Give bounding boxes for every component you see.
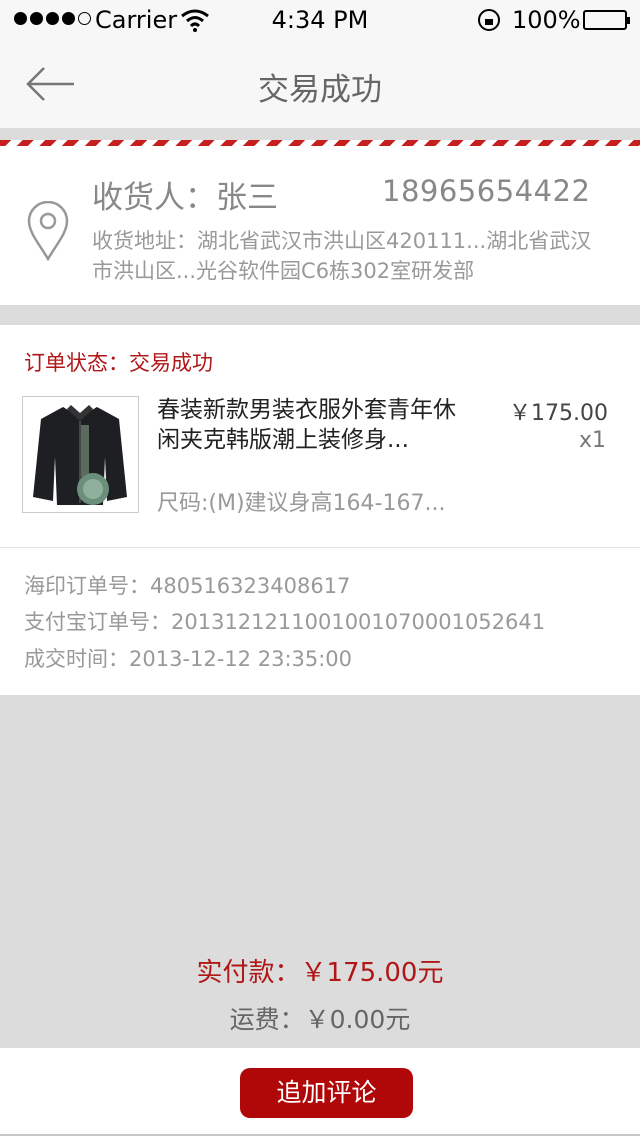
receiver-name: 收货人：张三 xyxy=(92,180,278,216)
amount-paid: 实付款：￥175.00元 xyxy=(196,958,444,988)
status-bar: Carrier 4:34 PM 100% xyxy=(0,0,640,40)
divider xyxy=(0,547,640,548)
rotation-lock-icon xyxy=(478,9,500,31)
alipay-order-number: 支付宝订单号：2013121211001001070001052641 xyxy=(24,610,546,634)
add-review-button[interactable]: 追加评论 xyxy=(240,1068,413,1118)
jacket-image xyxy=(33,405,127,505)
haiyin-order-number: 海印订单号：480516323408617 xyxy=(24,574,351,598)
order-status: 订单状态：交易成功 xyxy=(24,351,213,375)
footer-bar: 追加评论 xyxy=(0,1048,640,1136)
transaction-time: 成交时间：2013-12-12 23:35:00 xyxy=(24,647,353,671)
shipping-address: 收货地址：湖北省武汉市洪山区420111...湖北省武汉市洪山区...光谷软件园… xyxy=(92,229,592,283)
divider-band xyxy=(0,128,640,140)
battery-percentage: 100% xyxy=(512,6,581,34)
product-price: ￥175.00 xyxy=(509,401,608,426)
shipping-fee: 运费：￥0.00元 xyxy=(229,1005,411,1034)
page-title: 交易成功 xyxy=(258,72,382,108)
product-image[interactable] xyxy=(22,396,139,513)
product-size: 尺码:(M)建议身高164-167... xyxy=(157,491,446,516)
product-quantity: x1 xyxy=(578,428,606,453)
product-name[interactable]: 春装新款男装衣服外套青年休闲夹克韩版潮上装修身... xyxy=(157,395,477,455)
receiver-phone: 18965654422 xyxy=(382,174,591,208)
nav-bar: 交易成功 xyxy=(0,40,640,128)
battery-icon xyxy=(583,10,630,30)
shipping-address-card[interactable]: 收货人：张三 18965654422 收货地址：湖北省武汉市洪山区420111.… xyxy=(0,146,640,305)
order-card: 订单状态：交易成功 春装新款男装衣服外套青年休闲夹克韩版潮上装修身... ￥17… xyxy=(0,325,640,695)
location-pin-icon xyxy=(27,201,69,261)
